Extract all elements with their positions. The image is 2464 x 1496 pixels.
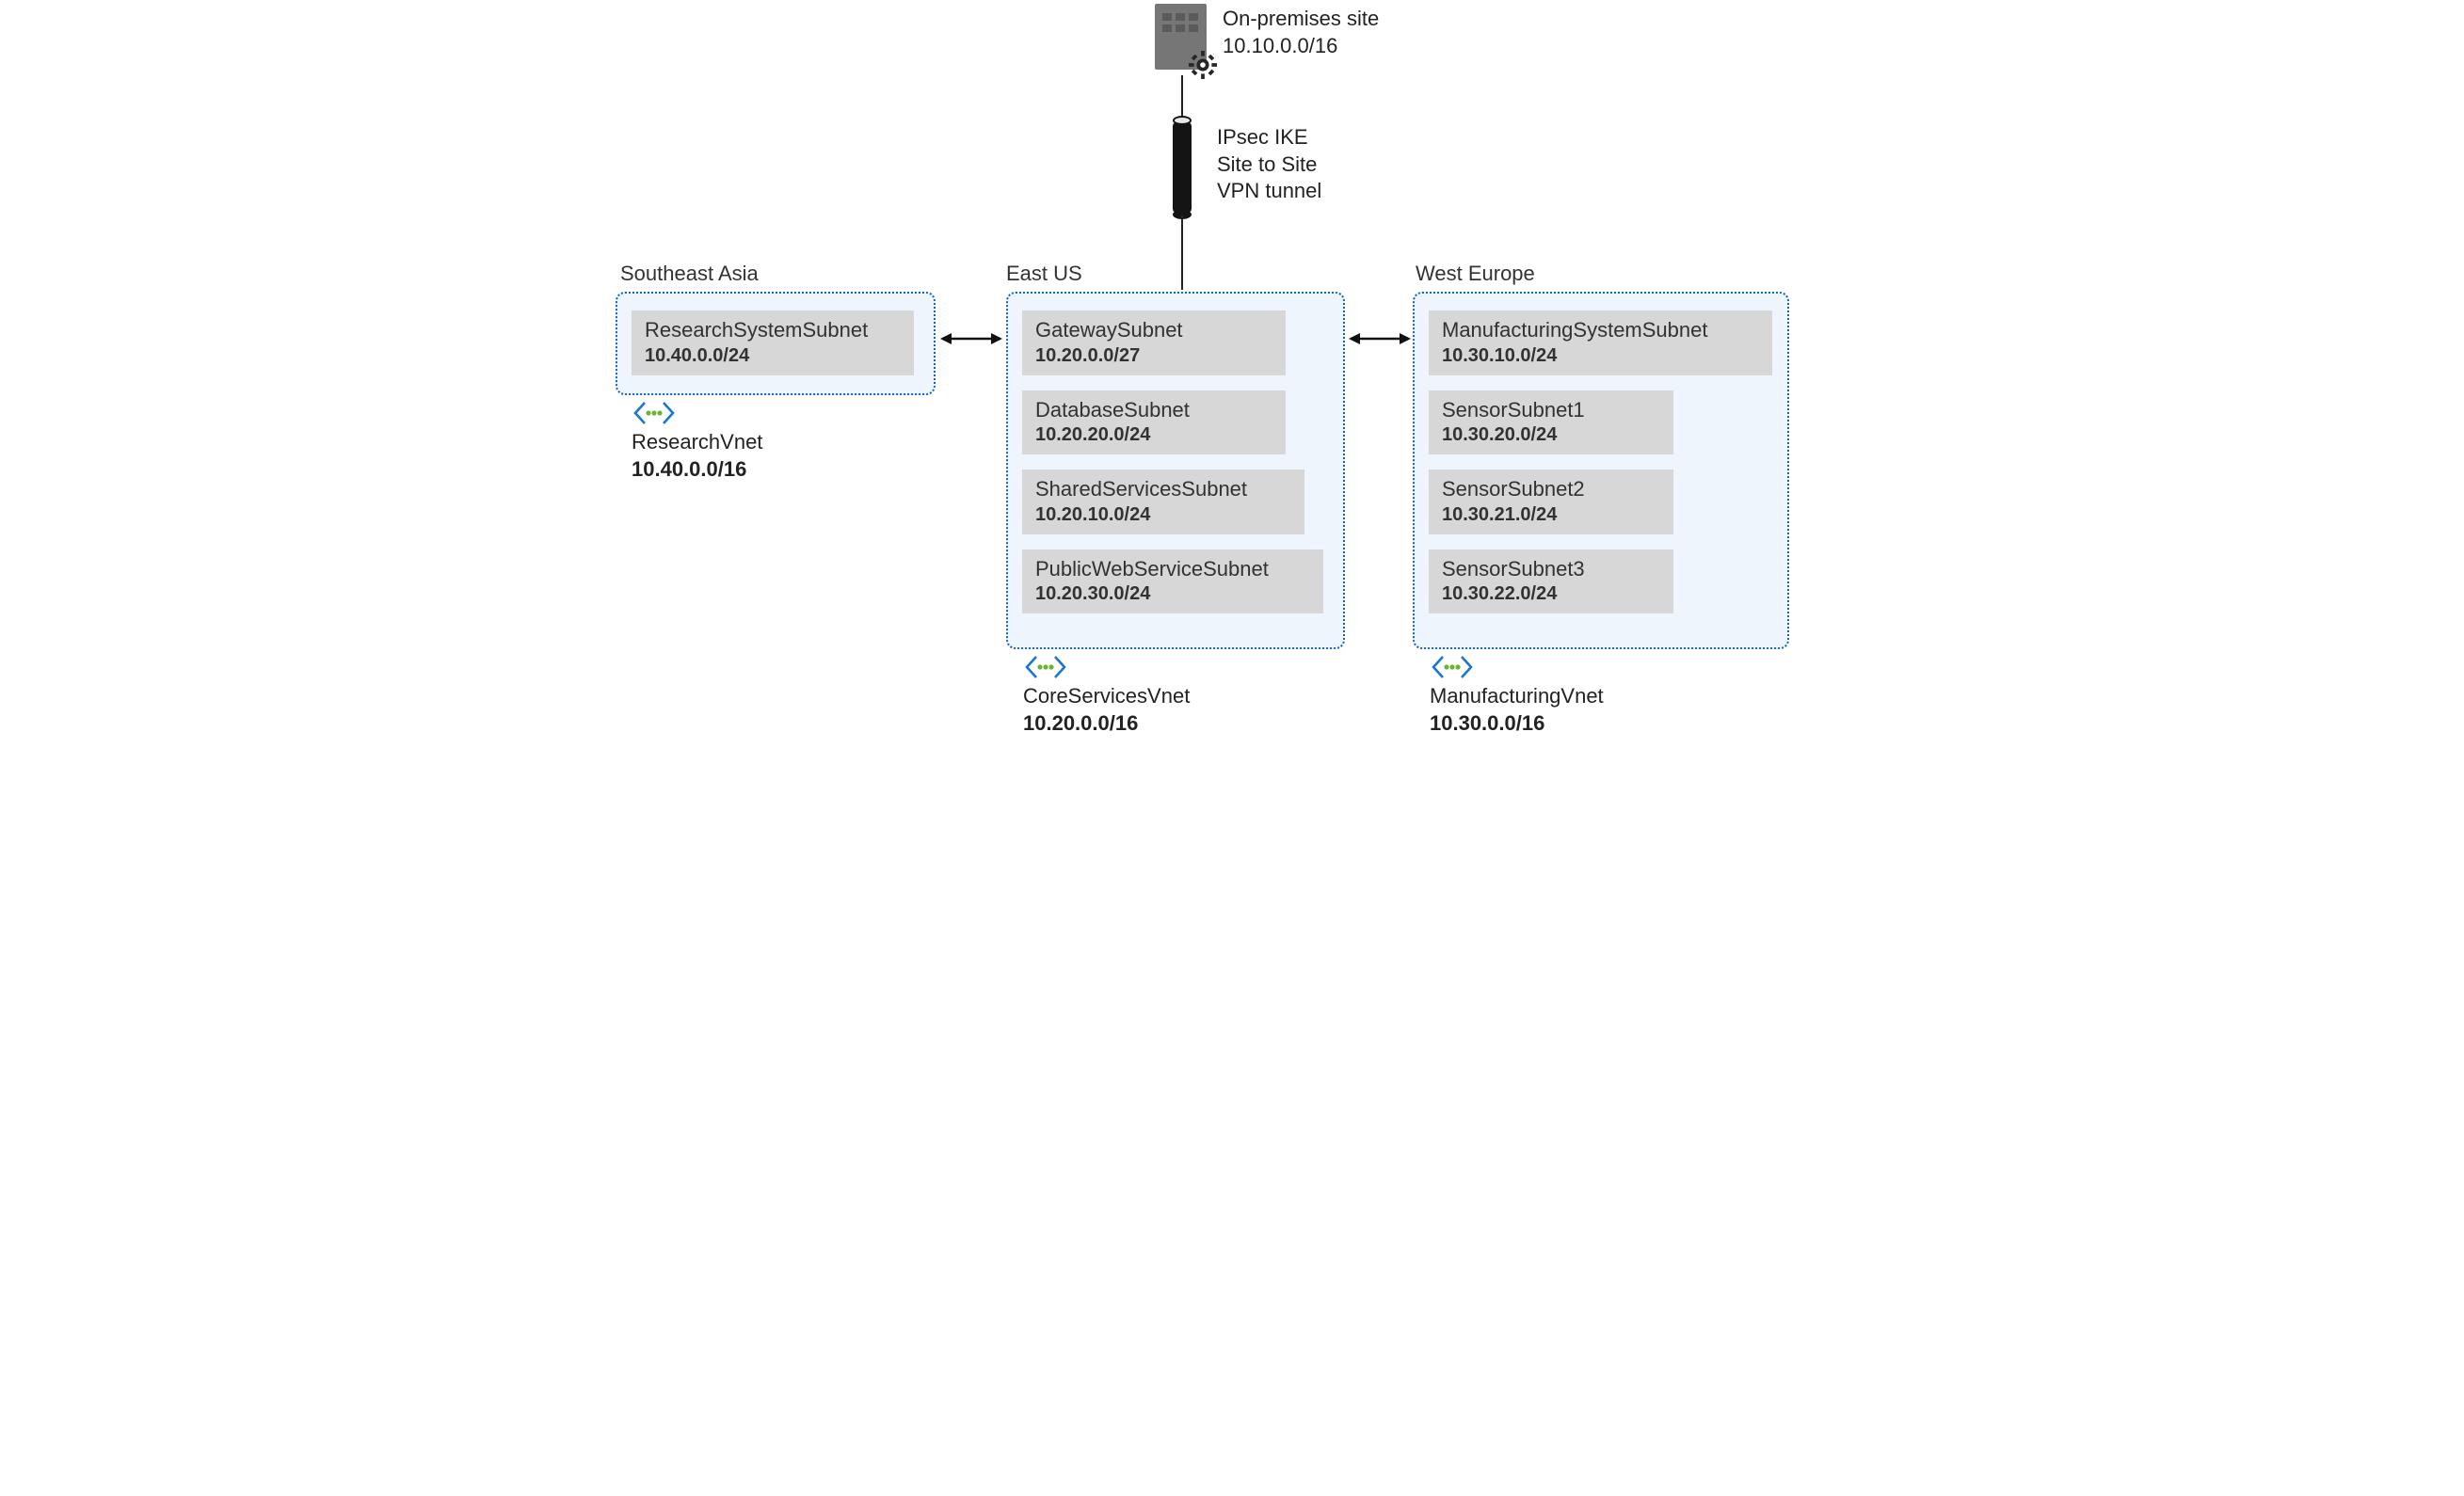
subnet-public-web: PublicWebServiceSubnet 10.20.30.0/24 — [1022, 549, 1323, 614]
vpn-line-bottom — [1181, 215, 1183, 290]
subnet-cidr: 10.30.10.0/24 — [1442, 344, 1759, 367]
subnet-cidr: 10.20.0.0/27 — [1035, 344, 1272, 367]
tunnel-line1: IPsec IKE — [1217, 125, 1308, 149]
subnet-database: DatabaseSubnet 10.20.20.0/24 — [1022, 390, 1286, 455]
vnet-name: ManufacturingVnet — [1430, 683, 1604, 710]
tunnel-line2: Site to Site — [1217, 152, 1317, 176]
vnet-name: ResearchVnet — [632, 429, 762, 456]
onprem-title: On-premises site — [1223, 7, 1379, 30]
vnet-icon-research — [632, 399, 677, 427]
vnet-box-core: GatewaySubnet 10.20.0.0/27 DatabaseSubne… — [1006, 292, 1345, 649]
region-label-eus: East US — [1006, 262, 1082, 286]
diagram-canvas: On-premises site 10.10.0.0/16 IPsec IKE … — [545, 0, 1919, 847]
subnet-cidr: 10.30.20.0/24 — [1442, 423, 1660, 446]
vnet-label-core: CoreServicesVnet 10.20.0.0/16 — [1023, 683, 1190, 737]
subnet-name: SensorSubnet3 — [1442, 556, 1660, 583]
subnet-cidr: 10.20.10.0/24 — [1035, 503, 1291, 526]
vnet-icon-mfg — [1430, 653, 1475, 681]
onprem-label: On-premises site 10.10.0.0/16 — [1223, 6, 1379, 59]
peering-arrow-eus-weu — [1349, 329, 1411, 348]
subnet-name: DatabaseSubnet — [1035, 397, 1272, 424]
subnet-gateway: GatewaySubnet 10.20.0.0/27 — [1022, 310, 1286, 375]
vnet-icon-core — [1023, 653, 1068, 681]
subnet-name: ManufacturingSystemSubnet — [1442, 317, 1759, 344]
server-lights — [1162, 13, 1198, 32]
gear-icon — [1189, 51, 1217, 79]
subnet-research-system: ResearchSystemSubnet 10.40.0.0/24 — [632, 310, 914, 375]
vpn-tunnel-icon — [1173, 120, 1192, 215]
subnet-cidr: 10.20.20.0/24 — [1035, 423, 1272, 446]
subnet-name: SensorSubnet2 — [1442, 476, 1660, 503]
vpn-tunnel-label: IPsec IKE Site to Site VPN tunnel — [1217, 124, 1321, 205]
tunnel-line3: VPN tunnel — [1217, 179, 1321, 202]
subnet-name: SharedServicesSubnet — [1035, 476, 1291, 503]
peering-arrow-sea-eus — [940, 329, 1002, 348]
subnet-mfg-system: ManufacturingSystemSubnet 10.30.10.0/24 — [1429, 310, 1772, 375]
vnet-box-research: ResearchSystemSubnet 10.40.0.0/24 — [616, 292, 936, 395]
subnet-sensor2: SensorSubnet2 10.30.21.0/24 — [1429, 469, 1673, 534]
vnet-cidr: 10.30.0.0/16 — [1430, 710, 1604, 738]
subnet-cidr: 10.30.21.0/24 — [1442, 503, 1660, 526]
vnet-cidr: 10.20.0.0/16 — [1023, 710, 1190, 738]
region-label-weu: West Europe — [1416, 262, 1535, 286]
subnet-name: PublicWebServiceSubnet — [1035, 556, 1310, 583]
subnet-cidr: 10.40.0.0/24 — [645, 344, 901, 367]
subnet-cidr: 10.30.22.0/24 — [1442, 582, 1660, 605]
vnet-box-mfg: ManufacturingSystemSubnet 10.30.10.0/24 … — [1413, 292, 1789, 649]
vnet-label-mfg: ManufacturingVnet 10.30.0.0/16 — [1430, 683, 1604, 737]
subnet-cidr: 10.20.30.0/24 — [1035, 582, 1310, 605]
subnet-name: ResearchSystemSubnet — [645, 317, 901, 344]
vnet-cidr: 10.40.0.0/16 — [632, 456, 762, 484]
vnet-label-research: ResearchVnet 10.40.0.0/16 — [632, 429, 762, 483]
onprem-cidr: 10.10.0.0/16 — [1223, 34, 1337, 57]
vpn-line-top — [1181, 75, 1183, 120]
subnet-sensor3: SensorSubnet3 10.30.22.0/24 — [1429, 549, 1673, 614]
vnet-name: CoreServicesVnet — [1023, 683, 1190, 710]
subnet-name: GatewaySubnet — [1035, 317, 1272, 344]
subnet-sensor1: SensorSubnet1 10.30.20.0/24 — [1429, 390, 1673, 455]
subnet-name: SensorSubnet1 — [1442, 397, 1660, 424]
subnet-shared-services: SharedServicesSubnet 10.20.10.0/24 — [1022, 469, 1304, 534]
region-label-sea: Southeast Asia — [620, 262, 759, 286]
